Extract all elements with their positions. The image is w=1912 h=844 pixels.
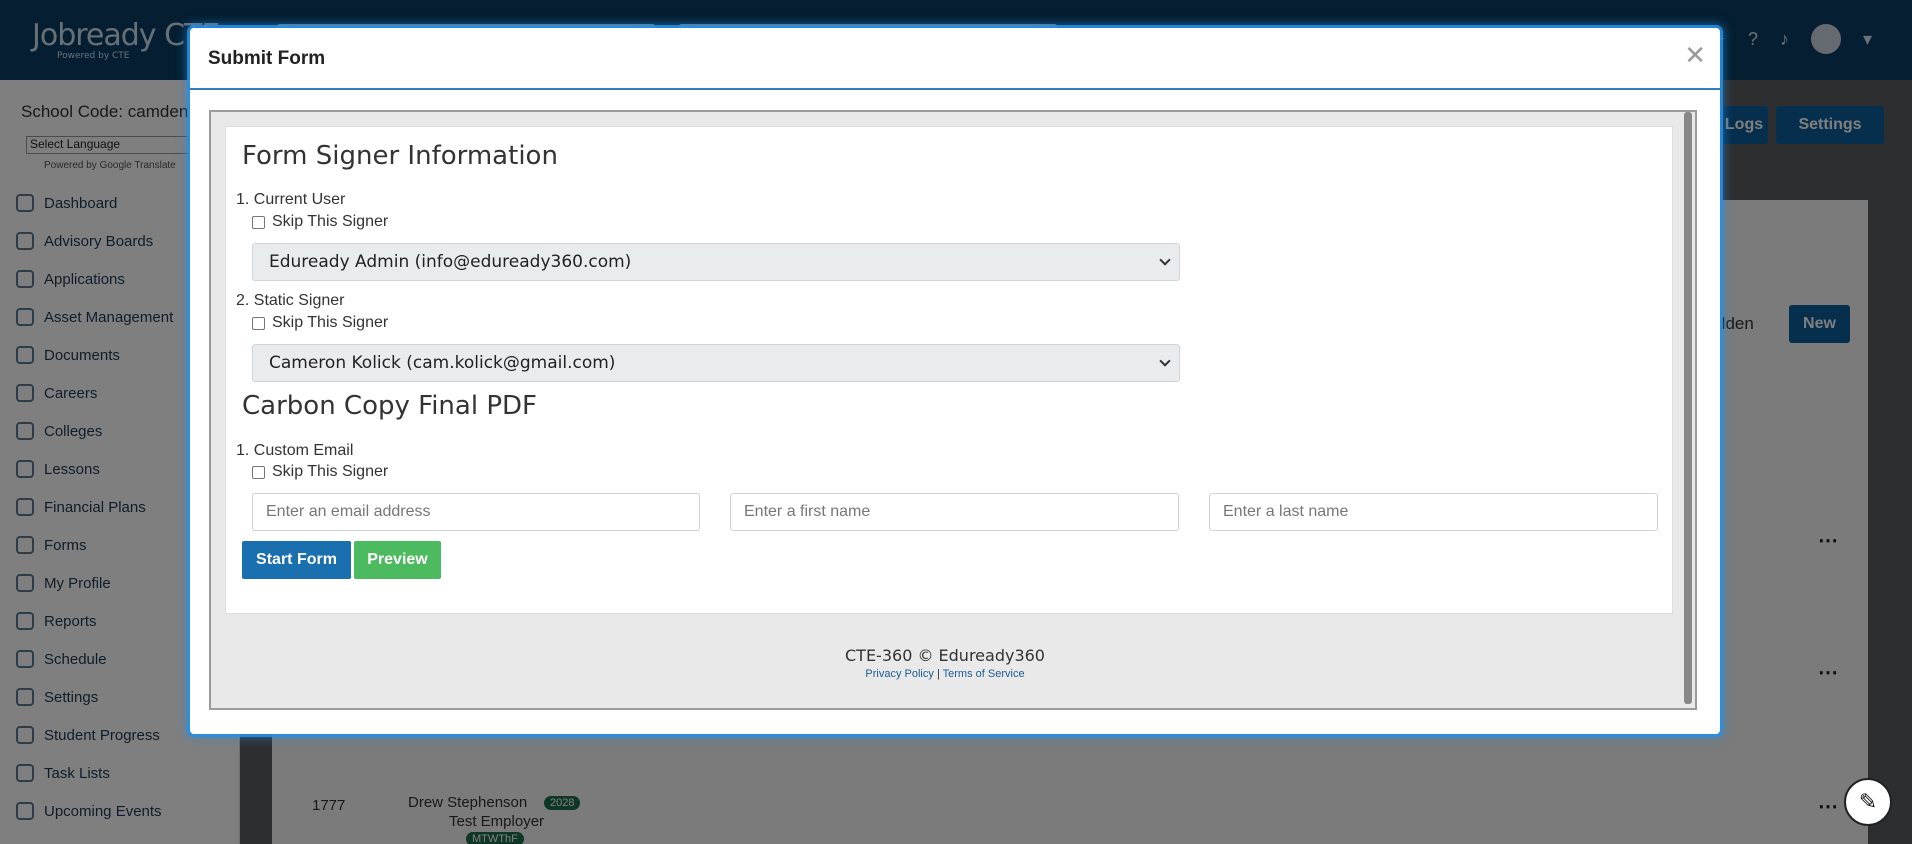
start-form-button[interactable]: Start Form [242, 541, 351, 579]
cc-1-label: 1. Custom Email [236, 442, 354, 459]
signer-card: Form Signer Information 1. Current User … [225, 126, 1673, 614]
skip-checkbox[interactable] [252, 316, 265, 330]
modal-header: Submit Form ✕ [190, 28, 1720, 90]
cc-last-name-input[interactable]: Enter a last name [1209, 493, 1658, 531]
signer-1-skip[interactable]: Skip This Signer [252, 213, 388, 231]
cc-first-name-input[interactable]: Enter a first name [730, 493, 1179, 531]
chevron-down-icon [1159, 355, 1171, 367]
footer-links: Privacy Policy | Terms of Service [211, 668, 1679, 680]
skip-label: Skip This Signer [272, 463, 389, 480]
signer-1-selected: Eduready Admin (info@eduready360.com) [269, 252, 632, 272]
submit-form-modal: Submit Form ✕ Form Signer Information 1.… [190, 28, 1720, 734]
close-icon[interactable]: ✕ [1684, 42, 1706, 68]
modal-title: Submit Form [208, 48, 326, 69]
iframe-scrollbar[interactable] [1684, 112, 1692, 704]
skip-label: Skip This Signer [272, 213, 389, 230]
form-iframe: Form Signer Information 1. Current User … [209, 110, 1697, 710]
signer-1-label: 1. Current User [236, 191, 346, 208]
privacy-policy-link[interactable]: Privacy Policy [865, 668, 933, 680]
signer-2-selected: Cameron Kolick (cam.kolick@gmail.com) [269, 353, 616, 373]
cc-section-heading: Carbon Copy Final PDF [242, 391, 537, 421]
feedback-pen-icon[interactable]: ✎ [1844, 778, 1892, 826]
signer-2-skip[interactable]: Skip This Signer [252, 314, 388, 332]
preview-button[interactable]: Preview [354, 541, 441, 579]
cc-email-input[interactable]: Enter an email address [252, 493, 700, 531]
skip-checkbox[interactable] [252, 465, 265, 479]
skip-label: Skip This Signer [272, 314, 389, 331]
chevron-down-icon [1159, 254, 1171, 266]
signer-section-heading: Form Signer Information [242, 141, 558, 171]
cc-1-skip[interactable]: Skip This Signer [252, 463, 388, 481]
terms-of-service-link[interactable]: Terms of Service [943, 668, 1025, 680]
signer-1-select[interactable]: Eduready Admin (info@eduready360.com) [252, 243, 1180, 281]
signer-2-label: 2. Static Signer [236, 292, 345, 309]
signer-2-select[interactable]: Cameron Kolick (cam.kolick@gmail.com) [252, 344, 1180, 382]
skip-checkbox[interactable] [252, 215, 265, 229]
link-separator: | [936, 668, 940, 680]
footer-copyright: CTE-360 © Eduready360 [845, 646, 1045, 665]
